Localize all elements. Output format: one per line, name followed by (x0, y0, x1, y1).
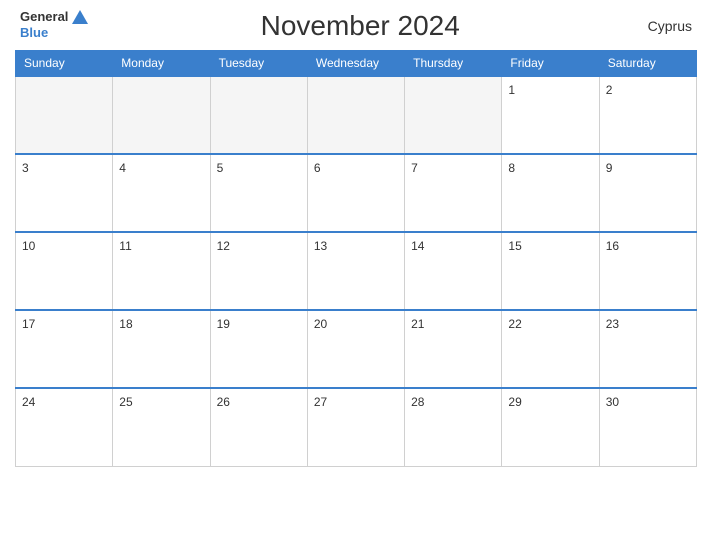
week-row-3: 10 11 12 13 14 15 16 (16, 232, 697, 310)
day-cell-2: 2 (599, 76, 696, 154)
day-number-24: 24 (22, 395, 35, 409)
day-number-19: 19 (217, 317, 230, 331)
day-number-17: 17 (22, 317, 35, 331)
day-cell-21: 21 (405, 310, 502, 388)
day-cell-14: 14 (405, 232, 502, 310)
day-cell-20: 20 (307, 310, 404, 388)
day-cell-6: 6 (307, 154, 404, 232)
header-monday: Monday (113, 51, 210, 77)
day-number-7: 7 (411, 161, 418, 175)
empty-cell (16, 76, 113, 154)
day-number-3: 3 (22, 161, 29, 175)
day-cell-17: 17 (16, 310, 113, 388)
day-number-23: 23 (606, 317, 619, 331)
day-cell-4: 4 (113, 154, 210, 232)
header-saturday: Saturday (599, 51, 696, 77)
day-number-28: 28 (411, 395, 424, 409)
header-friday: Friday (502, 51, 599, 77)
day-cell-28: 28 (405, 388, 502, 466)
day-cell-29: 29 (502, 388, 599, 466)
day-cell-13: 13 (307, 232, 404, 310)
days-header-row: Sunday Monday Tuesday Wednesday Thursday… (16, 51, 697, 77)
day-number-11: 11 (119, 239, 131, 253)
week-row-5: 24 25 26 27 28 29 30 (16, 388, 697, 466)
empty-cell (405, 76, 502, 154)
day-cell-30: 30 (599, 388, 696, 466)
day-number-20: 20 (314, 317, 327, 331)
day-number-15: 15 (508, 239, 521, 253)
day-number-16: 16 (606, 239, 619, 253)
day-cell-1: 1 (502, 76, 599, 154)
day-cell-15: 15 (502, 232, 599, 310)
day-number-6: 6 (314, 161, 321, 175)
day-number-27: 27 (314, 395, 327, 409)
calendar-table: Sunday Monday Tuesday Wednesday Thursday… (15, 50, 697, 467)
week-row-4: 17 18 19 20 21 22 23 (16, 310, 697, 388)
logo-triangle-icon (72, 10, 88, 24)
week-row-2: 3 4 5 6 7 8 9 (16, 154, 697, 232)
day-cell-3: 3 (16, 154, 113, 232)
day-number-14: 14 (411, 239, 424, 253)
day-number-12: 12 (217, 239, 230, 253)
day-cell-26: 26 (210, 388, 307, 466)
day-cell-23: 23 (599, 310, 696, 388)
day-cell-9: 9 (599, 154, 696, 232)
week-row-1: 12 (16, 76, 697, 154)
calendar-container: General Blue November 2024 Cyprus Sunday… (0, 0, 712, 550)
day-number-10: 10 (22, 239, 35, 253)
day-number-4: 4 (119, 161, 126, 175)
day-number-25: 25 (119, 395, 132, 409)
header-tuesday: Tuesday (210, 51, 307, 77)
logo: General Blue (20, 10, 88, 42)
header-thursday: Thursday (405, 51, 502, 77)
logo-general: General (20, 10, 68, 24)
day-cell-12: 12 (210, 232, 307, 310)
day-cell-18: 18 (113, 310, 210, 388)
day-number-9: 9 (606, 161, 613, 175)
day-number-22: 22 (508, 317, 521, 331)
day-cell-27: 27 (307, 388, 404, 466)
day-cell-8: 8 (502, 154, 599, 232)
day-number-2: 2 (606, 83, 613, 97)
day-number-8: 8 (508, 161, 515, 175)
day-number-21: 21 (411, 317, 424, 331)
empty-cell (113, 76, 210, 154)
day-number-29: 29 (508, 395, 521, 409)
logo-text-block: General Blue (20, 10, 88, 42)
calendar-header: General Blue November 2024 Cyprus (15, 10, 697, 42)
day-cell-5: 5 (210, 154, 307, 232)
header-wednesday: Wednesday (307, 51, 404, 77)
day-number-26: 26 (217, 395, 230, 409)
country-label: Cyprus (632, 18, 692, 34)
logo-blue: Blue (20, 25, 48, 40)
day-cell-16: 16 (599, 232, 696, 310)
day-cell-19: 19 (210, 310, 307, 388)
day-number-1: 1 (508, 83, 515, 97)
header-sunday: Sunday (16, 51, 113, 77)
day-cell-10: 10 (16, 232, 113, 310)
day-cell-25: 25 (113, 388, 210, 466)
day-number-30: 30 (606, 395, 619, 409)
empty-cell (210, 76, 307, 154)
day-cell-24: 24 (16, 388, 113, 466)
day-number-13: 13 (314, 239, 327, 253)
day-cell-22: 22 (502, 310, 599, 388)
day-cell-7: 7 (405, 154, 502, 232)
day-cell-11: 11 (113, 232, 210, 310)
month-title: November 2024 (88, 10, 632, 42)
empty-cell (307, 76, 404, 154)
day-number-5: 5 (217, 161, 224, 175)
day-number-18: 18 (119, 317, 132, 331)
